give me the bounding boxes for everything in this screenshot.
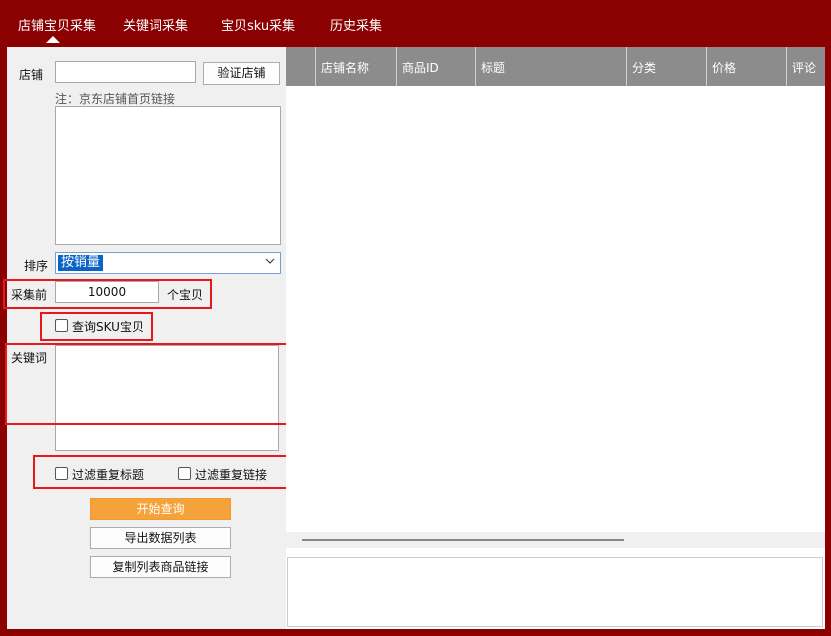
tab-item-sku[interactable]: 宝贝sku采集 bbox=[221, 15, 295, 34]
chevron-down-icon bbox=[265, 258, 275, 264]
highlight-box-keyword bbox=[5, 343, 293, 425]
store-links-textarea[interactable] bbox=[55, 106, 281, 245]
export-data-button[interactable]: 导出数据列表 bbox=[90, 527, 231, 549]
highlight-box-collect-count bbox=[3, 279, 212, 309]
horizontal-scrollbar[interactable] bbox=[286, 532, 825, 548]
start-query-button[interactable]: 开始查询 bbox=[90, 498, 231, 520]
sort-select[interactable]: 按销量 bbox=[55, 252, 281, 274]
verify-store-button[interactable]: 验证店铺 bbox=[203, 62, 280, 85]
column-header-price[interactable]: 价格 bbox=[706, 47, 786, 86]
highlight-box-filters bbox=[33, 455, 289, 489]
sort-selected-value: 按销量 bbox=[58, 255, 104, 271]
column-header-store-name[interactable]: 店铺名称 bbox=[315, 47, 396, 86]
top-nav: 店铺宝贝采集 关键词采集 宝贝sku采集 历史采集 bbox=[0, 0, 831, 46]
store-note: 注：京东店铺首页链接 bbox=[55, 92, 176, 106]
grid-header: 店铺名称 商品ID 标题 分类 价格 评论 bbox=[286, 47, 825, 86]
column-header-comments[interactable]: 评论 bbox=[786, 47, 825, 86]
column-header-item-id[interactable]: 商品ID bbox=[396, 47, 475, 86]
control-panel: 店铺 验证店铺 注：京东店铺首页链接 排序 按销量 采集前 10000 个宝贝 … bbox=[3, 47, 293, 629]
active-tab-caret-icon bbox=[46, 36, 60, 43]
results-area: 店铺名称 商品ID 标题 分类 价格 评论 bbox=[286, 47, 825, 629]
log-output-box[interactable] bbox=[287, 557, 823, 627]
highlight-box-query-sku bbox=[40, 312, 153, 341]
tab-history[interactable]: 历史采集 bbox=[330, 15, 382, 34]
store-input[interactable] bbox=[55, 61, 196, 83]
scrollbar-thumb[interactable] bbox=[302, 539, 624, 541]
tab-keyword[interactable]: 关键词采集 bbox=[123, 15, 188, 34]
sort-label: 排序 bbox=[24, 259, 49, 273]
tab-store-items[interactable]: 店铺宝贝采集 bbox=[18, 15, 96, 34]
copy-links-button[interactable]: 复制列表商品链接 bbox=[90, 556, 231, 578]
store-label: 店铺 bbox=[19, 68, 44, 82]
column-header-title[interactable]: 标题 bbox=[475, 47, 626, 86]
column-header-category[interactable]: 分类 bbox=[626, 47, 706, 86]
